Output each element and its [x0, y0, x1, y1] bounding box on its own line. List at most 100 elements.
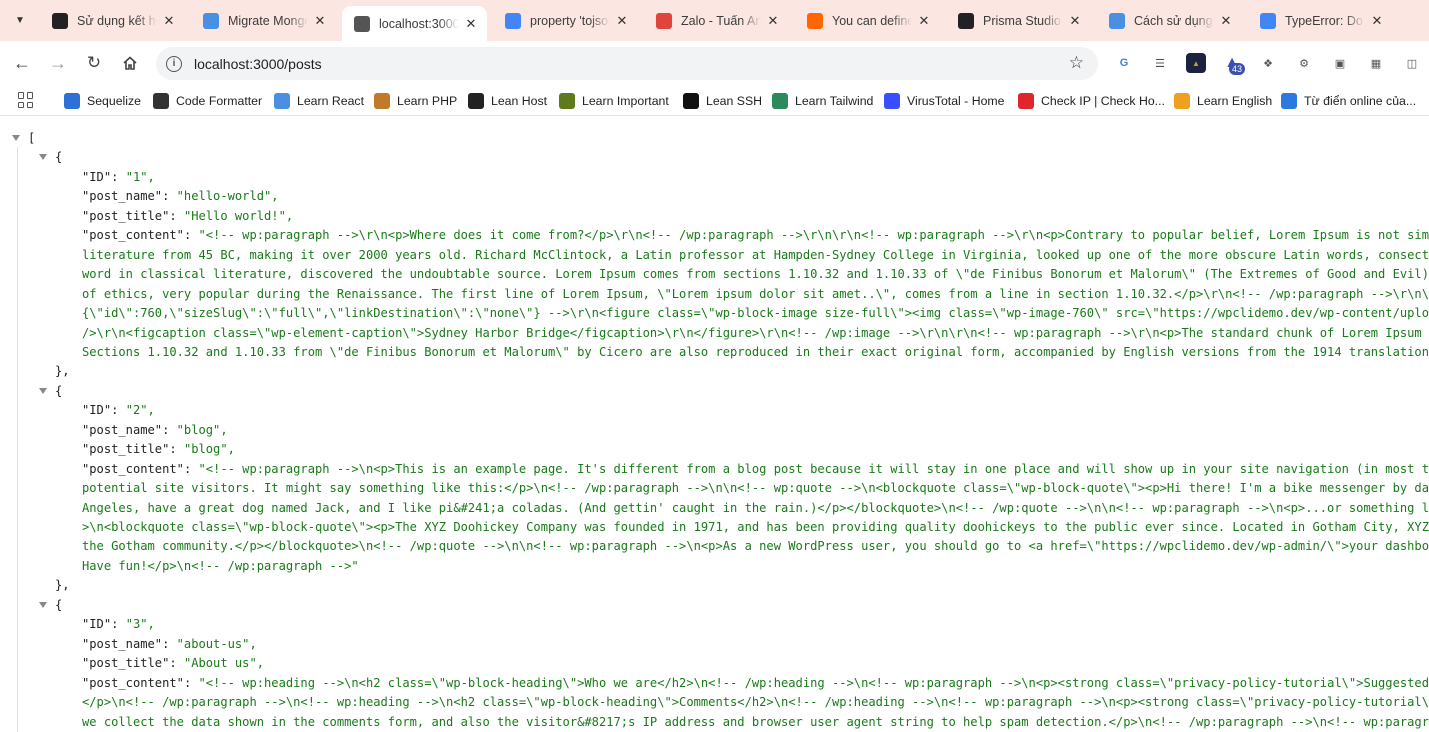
bookmark-star-icon[interactable]: ☆: [1069, 53, 1084, 73]
tab[interactable]: Cách sử dụng gói ✕: [1097, 6, 1242, 35]
dark-extension-icon[interactable]: ▲: [1186, 53, 1206, 73]
json-key: "post_content": [82, 461, 184, 476]
tab-close-icon[interactable]: ✕: [312, 13, 328, 29]
bookmark-label: Code Formatter: [176, 94, 263, 108]
json-line: />\r\n<figcaption class=\"wp-element-cap…: [82, 325, 1429, 340]
json-line: Sections 1.10.32 and 1.10.33 from \"de F…: [82, 344, 1429, 359]
json-line: Angeles, have a great dog named Jack, an…: [82, 500, 1429, 515]
layers-icon: [468, 93, 484, 109]
tab-close-icon[interactable]: ✕: [161, 13, 177, 29]
tab[interactable]: Migrate MongoDB ✕: [191, 6, 336, 35]
indent-guide: [17, 147, 18, 732]
bookmark-item[interactable]: Lean Host: [468, 90, 547, 112]
json-colon: :: [183, 228, 199, 243]
google-icon: [1260, 12, 1276, 29]
translate-extension-icon[interactable]: G: [1114, 53, 1134, 73]
bookmark-item[interactable]: Check IP | Check Ho...: [1018, 90, 1165, 112]
json-value: "1",: [125, 169, 155, 184]
json-key: "ID": [82, 169, 112, 184]
json-key: "post_content": [82, 228, 184, 243]
json-line: of ethics, very popular during the Renai…: [82, 286, 1429, 301]
bookmark-label: Từ điển online của...: [1304, 94, 1417, 108]
qr-code-icon[interactable]: ▦: [1366, 53, 1386, 73]
tab-title: Prisma Studio cho: [983, 13, 1063, 28]
address-url[interactable]: localhost:3000/posts: [194, 56, 322, 72]
ssh-icon: [683, 93, 699, 109]
bookmark-item[interactable]: Từ điển online của...: [1281, 90, 1416, 112]
json-line: "post_content": "<!-- wp:heading -->\n<h…: [82, 674, 1429, 693]
tab-close-icon[interactable]: ✕: [614, 13, 630, 29]
json-line: we collect the data shown in the comment…: [82, 714, 1429, 729]
bookmark-icon: [1174, 93, 1190, 109]
tab-title: TypeError: Do not: [1285, 13, 1365, 28]
tab-title: Zalo - Tuấn Anh: [681, 13, 761, 28]
virustotal-icon: [884, 93, 900, 109]
bookmark-item[interactable]: Sequelize: [64, 90, 141, 112]
bookmark-item[interactable]: VirusTotal - Home: [884, 90, 1005, 112]
home-icon[interactable]: [115, 48, 145, 78]
tab[interactable]: You can define ✕: [795, 6, 940, 35]
tab-close-icon[interactable]: ✕: [765, 13, 781, 29]
bookmark-item[interactable]: Learn Important: [559, 90, 669, 112]
tab-close-icon[interactable]: ✕: [1218, 13, 1234, 29]
collapse-toggle-icon[interactable]: [39, 387, 47, 394]
bookmark-item[interactable]: Learn PHP: [374, 90, 457, 112]
tab[interactable]: Prisma Studio cho ✕: [946, 6, 1091, 35]
json-value: "<!-- wp:paragraph -->\n<p>This is an ex…: [198, 461, 1429, 476]
json-key: "post_name": [82, 189, 163, 204]
tab-close-icon[interactable]: ✕: [463, 16, 479, 32]
back-arrow-icon[interactable]: ←: [7, 48, 37, 78]
code-extension-icon[interactable]: ❖: [1258, 53, 1278, 73]
collapse-toggle-icon[interactable]: [12, 135, 20, 141]
frame-extension-icon[interactable]: ◫: [1402, 53, 1422, 73]
tab-search-chevron-icon[interactable]: ▼: [8, 8, 32, 32]
json-line: },: [55, 364, 70, 379]
json-line: word in classical literature, discovered…: [82, 267, 1429, 282]
site-info-icon[interactable]: i: [166, 55, 182, 72]
globe-icon: [354, 15, 370, 32]
collapse-toggle-icon[interactable]: [39, 601, 47, 608]
json-key: "ID": [82, 617, 112, 632]
tab[interactable]: property 'tojson' ✕: [493, 6, 638, 35]
chat-extension-icon[interactable]: ▣: [1330, 53, 1350, 73]
tab-close-icon[interactable]: ✕: [916, 13, 932, 29]
tab[interactable]: Zalo - Tuấn Anh ✕: [644, 6, 789, 35]
settings-extension-icon[interactable]: ⚙: [1294, 53, 1314, 73]
bookmark-item[interactable]: Code Formatter: [153, 90, 262, 112]
bookmark-item[interactable]: Learn English: [1174, 90, 1272, 112]
json-colon: :: [162, 189, 177, 204]
list-extension-icon[interactable]: ☰: [1150, 53, 1170, 73]
json-line: Have fun!</p>\n<!-- /wp:paragraph -->": [82, 558, 359, 573]
json-colon: :: [169, 208, 184, 223]
pencil-icon: [374, 93, 390, 109]
json-value: "2",: [125, 403, 155, 418]
tab[interactable]: TypeError: Do not ✕: [1248, 6, 1393, 35]
json-line: </p>\n<!-- /wp:paragraph -->\n<!-- wp:he…: [82, 695, 1429, 710]
collapse-toggle-icon[interactable]: [39, 154, 47, 161]
zalo-icon: [656, 12, 672, 29]
forward-arrow-icon[interactable]: →: [43, 48, 73, 78]
address-bar[interactable]: i localhost:3000/posts ☆: [156, 47, 1098, 80]
tab-close-icon[interactable]: ✕: [1067, 13, 1083, 29]
tab[interactable]: localhost:3000/posts ✕: [342, 6, 487, 41]
bookmark-label: Learn Tailwind: [795, 94, 874, 108]
tab-title: Cách sử dụng gói: [1134, 13, 1214, 28]
tab-close-icon[interactable]: ✕: [1369, 13, 1385, 29]
reload-icon[interactable]: ↻: [79, 48, 109, 78]
json-line: "ID": "2",: [82, 401, 155, 420]
tab[interactable]: Sử dụng kết hợp ✕: [40, 6, 185, 35]
json-colon: :: [111, 403, 126, 418]
json-colon: :: [162, 422, 177, 437]
bookmark-item[interactable]: Learn React: [274, 90, 364, 112]
json-line: "post_title": "Hello world!",: [82, 207, 293, 226]
bookmark-item[interactable]: Lean SSH: [683, 90, 762, 112]
json-value: "3",: [125, 617, 155, 632]
chat-bubble-icon: [203, 12, 219, 29]
bookmark-item[interactable]: Learn Tailwind: [772, 90, 873, 112]
github-icon: [958, 12, 974, 29]
json-line: {\"id\":760,\"sizeSlug\":\"full\",\"link…: [82, 306, 1429, 321]
json-line: literature from 45 BC, making it over 20…: [82, 247, 1429, 262]
json-line: potential site visitors. It might say so…: [82, 481, 1429, 496]
bookmark-label: Learn PHP: [397, 94, 458, 108]
apps-grid-icon[interactable]: [18, 92, 34, 108]
